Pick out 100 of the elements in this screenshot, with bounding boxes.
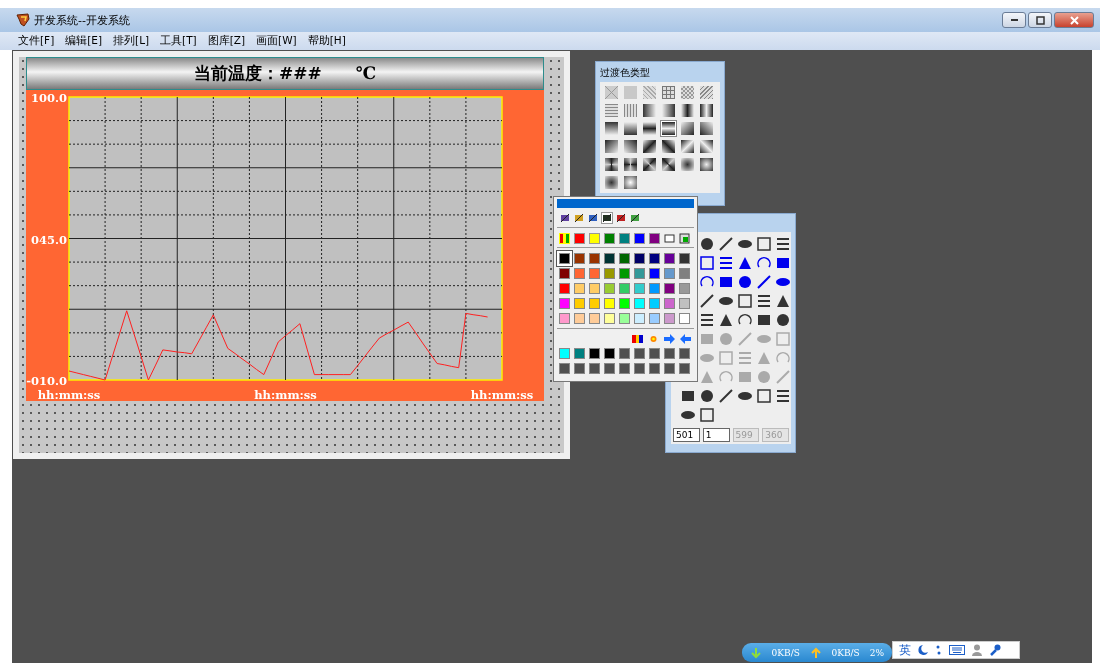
gradient-swatch[interactable]	[698, 138, 715, 155]
gradient-swatch[interactable]	[641, 138, 658, 155]
gradient-swatch[interactable]	[622, 120, 639, 137]
color-swatch[interactable]	[589, 298, 600, 309]
more-colors-icon[interactable]	[679, 233, 690, 244]
gradient-swatch[interactable]	[679, 156, 696, 173]
gradient-swatch[interactable]	[603, 174, 620, 191]
color-swatch[interactable]	[664, 253, 675, 264]
number-field[interactable]: 1	[702, 428, 730, 442]
gradient-swatch[interactable]	[603, 102, 620, 119]
palette-tab[interactable]	[615, 212, 627, 224]
gradient-swatch[interactable]	[603, 84, 620, 101]
color-swatch[interactable]	[634, 283, 645, 294]
color-swatch[interactable]	[574, 298, 585, 309]
color-swatch[interactable]	[559, 313, 570, 324]
custom-color-swatch[interactable]	[559, 348, 570, 359]
custom-color-swatch[interactable]	[664, 348, 675, 359]
color-swatch[interactable]	[604, 253, 615, 264]
tool-icon[interactable]	[756, 235, 772, 252]
tool-icon[interactable]	[699, 406, 715, 423]
color-swatch[interactable]	[664, 268, 675, 279]
color-swatch[interactable]	[589, 313, 600, 324]
color-swatch[interactable]	[634, 268, 645, 279]
tool-icon[interactable]	[775, 235, 791, 252]
no-fill-icon[interactable]	[664, 233, 675, 244]
tool-icon[interactable]	[737, 273, 753, 290]
tool-icon[interactable]	[775, 311, 791, 328]
tool-icon[interactable]	[699, 235, 715, 252]
wrench-icon[interactable]	[989, 644, 1001, 656]
gradient-swatch[interactable]	[679, 138, 696, 155]
input-mode[interactable]: 英	[899, 641, 911, 659]
gradient-swatch[interactable]	[622, 138, 639, 155]
gradient-swatch[interactable]	[660, 138, 677, 155]
color-swatch[interactable]	[589, 233, 600, 244]
tool-icon[interactable]	[718, 235, 734, 252]
menu-item[interactable]: 画面[W]	[256, 34, 297, 48]
tool-icon[interactable]	[775, 387, 791, 404]
custom-color-swatch[interactable]	[589, 363, 600, 374]
tool-icon[interactable]	[737, 292, 753, 309]
menu-item[interactable]: 排列[L]	[113, 34, 150, 48]
color-swatch[interactable]	[589, 268, 600, 279]
color-swatch[interactable]	[679, 253, 690, 264]
color-swatch[interactable]	[574, 283, 585, 294]
gradient-swatch[interactable]	[660, 102, 677, 119]
gradient-swatch[interactable]	[698, 102, 715, 119]
color-swatch[interactable]	[589, 283, 600, 294]
color-swatch[interactable]	[574, 233, 585, 244]
sparkle-icon[interactable]	[648, 334, 659, 344]
color-swatch[interactable]	[604, 298, 615, 309]
minimize-button[interactable]	[1002, 12, 1026, 28]
maximize-button[interactable]	[1028, 12, 1052, 28]
arrow-right-icon[interactable]	[664, 334, 675, 344]
color-swatch[interactable]	[634, 313, 645, 324]
color-swatch[interactable]	[604, 233, 615, 244]
color-swatch[interactable]	[559, 268, 570, 279]
color-swatch[interactable]	[559, 298, 570, 309]
color-swatch[interactable]	[649, 298, 660, 309]
gradient-swatch[interactable]	[641, 84, 658, 101]
color-swatch[interactable]	[634, 233, 645, 244]
gradient-swatch[interactable]	[698, 156, 715, 173]
color-swatch[interactable]	[619, 268, 630, 279]
color-swatch[interactable]	[649, 313, 660, 324]
color-swatch[interactable]	[619, 298, 630, 309]
close-button[interactable]	[1054, 12, 1094, 28]
custom-color-swatch[interactable]	[649, 348, 660, 359]
multicolor-icon[interactable]	[559, 233, 570, 244]
palette-tab[interactable]	[601, 212, 613, 224]
gradient-swatch[interactable]	[603, 120, 620, 137]
gradient-swatch[interactable]	[641, 102, 658, 119]
tool-icon[interactable]	[756, 387, 772, 404]
custom-color-swatch[interactable]	[649, 363, 660, 374]
color-swatch[interactable]	[634, 298, 645, 309]
keyboard-icon[interactable]	[949, 644, 965, 656]
custom-color-swatch[interactable]	[589, 348, 600, 359]
menu-item[interactable]: 工具[T]	[160, 34, 197, 48]
custom-color-swatch[interactable]	[634, 348, 645, 359]
custom-color-swatch[interactable]	[559, 363, 570, 374]
gradient-swatch[interactable]	[698, 84, 715, 101]
gradient-swatch[interactable]	[679, 120, 696, 137]
color-swatch[interactable]	[649, 283, 660, 294]
gradient-swatch[interactable]	[679, 84, 696, 101]
tool-icon[interactable]	[756, 292, 772, 309]
color-swatch[interactable]	[604, 268, 615, 279]
color-swatch[interactable]	[559, 253, 570, 264]
color-swatch[interactable]	[604, 313, 615, 324]
custom-color-swatch[interactable]	[574, 348, 585, 359]
palette-tab[interactable]	[587, 212, 599, 224]
gradient-swatch[interactable]	[622, 84, 639, 101]
menu-item[interactable]: 帮助[H]	[307, 34, 346, 48]
menu-item[interactable]: 文件[F]	[18, 34, 55, 48]
color-swatch[interactable]	[559, 283, 570, 294]
gradient-swatch[interactable]	[641, 156, 658, 173]
custom-color-swatch[interactable]	[679, 348, 690, 359]
custom-color-swatch[interactable]	[604, 348, 615, 359]
gradient-swatch[interactable]	[679, 102, 696, 119]
moon-icon[interactable]	[917, 644, 929, 656]
color-swatch[interactable]	[679, 313, 690, 324]
color-swatch[interactable]	[589, 253, 600, 264]
color-swatch[interactable]	[679, 268, 690, 279]
tool-icon[interactable]	[699, 387, 715, 404]
